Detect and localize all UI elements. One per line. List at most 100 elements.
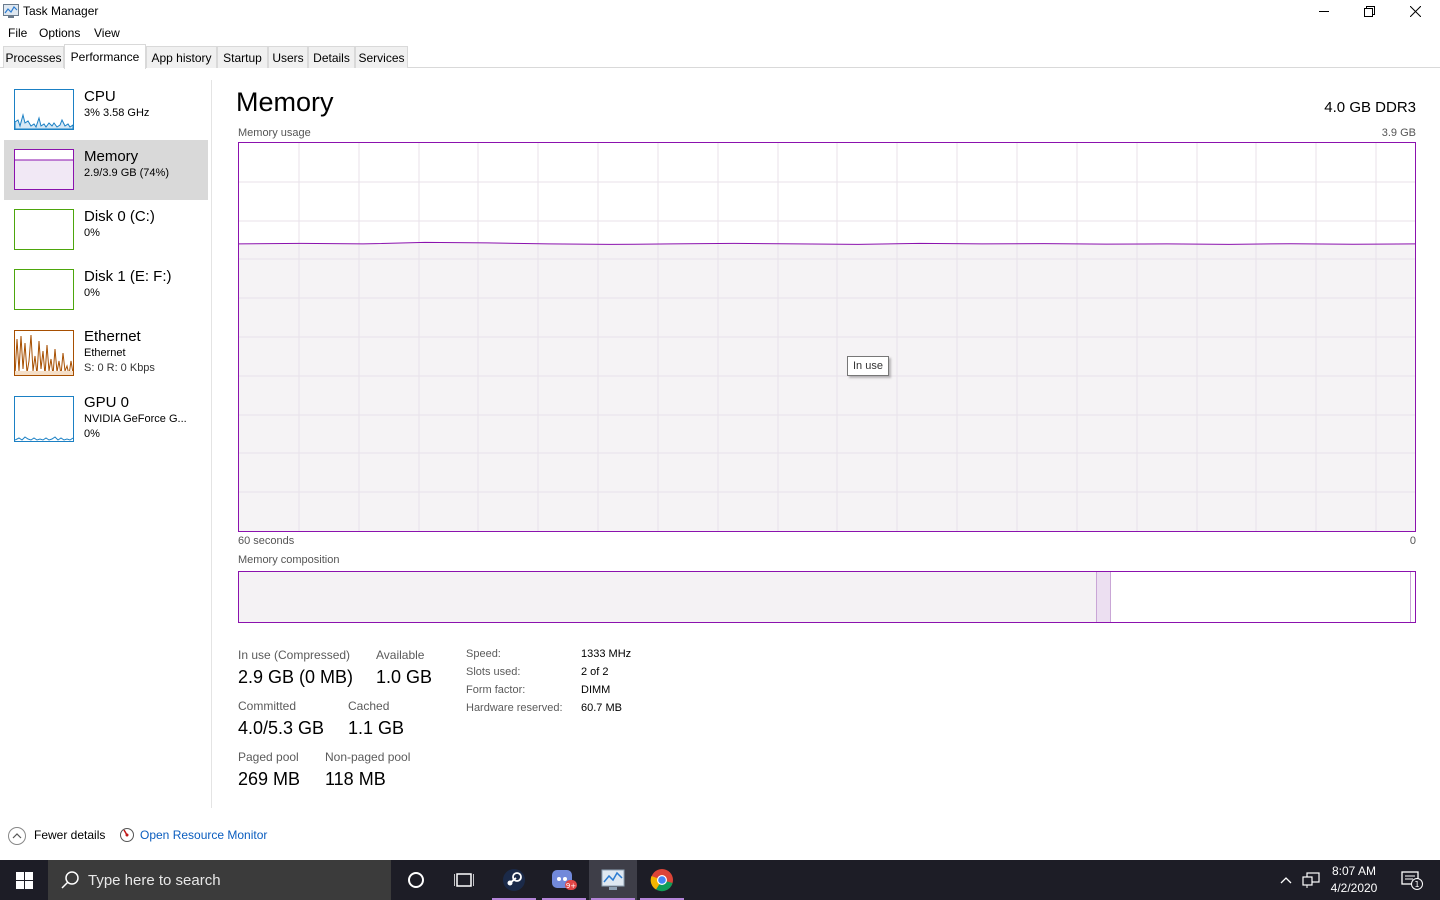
tab-performance[interactable]: Performance bbox=[64, 44, 146, 69]
taskbar-chrome[interactable] bbox=[638, 860, 686, 900]
sidebar-item-disk-1[interactable]: Disk 1 (E: F:) 0% bbox=[4, 260, 208, 320]
sidebar-item-ethernet[interactable]: Ethernet Ethernet S: 0 R: 0 Kbps bbox=[4, 320, 208, 386]
notification-count: 1 bbox=[1414, 880, 1419, 889]
tab-startup[interactable]: Startup bbox=[217, 46, 268, 68]
tab-strip: Processes Performance App history Startu… bbox=[0, 44, 1440, 69]
non-paged-pool-value: 118 MB bbox=[325, 769, 386, 789]
hardware-reserved-value: 60.7 MB bbox=[581, 702, 622, 714]
tab-services[interactable]: Services bbox=[355, 46, 408, 68]
window-title: Task Manager bbox=[23, 4, 99, 18]
minimize-button[interactable] bbox=[1301, 0, 1347, 22]
non-paged-pool-label: Non-paged pool bbox=[325, 750, 411, 764]
chrome-icon bbox=[650, 869, 673, 892]
title-bar: Task Manager bbox=[0, 0, 1440, 22]
menu-options[interactable]: Options bbox=[39, 26, 80, 40]
sidebar-item-value: 0% bbox=[84, 227, 100, 239]
cortana-circle-icon bbox=[408, 872, 424, 888]
taskbar-task-manager[interactable] bbox=[589, 860, 637, 900]
disk-1-thumbnail-graph bbox=[14, 269, 74, 310]
sidebar-item-usage: 0% bbox=[84, 428, 100, 440]
open-resource-monitor-link[interactable]: Open Resource Monitor bbox=[140, 828, 267, 842]
chevron-up-icon[interactable] bbox=[8, 827, 26, 845]
hardware-reserved-label: Hardware reserved: bbox=[466, 702, 563, 714]
slots-used-label: Slots used: bbox=[466, 666, 521, 678]
sidebar-item-value: 0% bbox=[84, 287, 100, 299]
taskbar-clock-time[interactable]: 8:07 AM bbox=[1330, 864, 1378, 878]
menu-view[interactable]: View bbox=[94, 26, 120, 40]
memory-usage-graph[interactable] bbox=[238, 142, 1416, 532]
resource-monitor-icon bbox=[119, 827, 135, 843]
available-label: Available bbox=[376, 648, 425, 662]
tab-details[interactable]: Details bbox=[308, 46, 355, 68]
sidebar-item-value: Ethernet bbox=[84, 347, 126, 359]
memory-usage-area bbox=[239, 242, 1415, 531]
time-end-label: 0 bbox=[1409, 535, 1416, 547]
task-view-button[interactable] bbox=[440, 860, 488, 900]
taskbar-search-box[interactable]: Type here to search bbox=[48, 860, 391, 900]
cortana-button[interactable] bbox=[392, 860, 440, 900]
in-use-label: In use (Compressed) bbox=[238, 648, 351, 662]
form-factor-label: Form factor: bbox=[466, 684, 526, 696]
steam-icon bbox=[503, 869, 525, 891]
composition-modified bbox=[1097, 572, 1111, 622]
sidebar-item-gpu-0[interactable]: GPU 0 NVIDIA GeForce G... 0% bbox=[4, 386, 208, 448]
sidebar-item-label: Disk 1 (E: F:) bbox=[84, 268, 172, 285]
menu-file[interactable]: File bbox=[8, 26, 27, 40]
taskbar: Type here to search 9+ 8:07 AM 4/2/2020 … bbox=[0, 860, 1440, 900]
sidebar-item-label: GPU 0 bbox=[84, 394, 130, 411]
tab-app-history[interactable]: App history bbox=[146, 46, 217, 68]
tab-users[interactable]: Users bbox=[268, 46, 308, 68]
sidebar-item-disk-0[interactable]: Disk 0 (C:) 0% bbox=[4, 200, 208, 260]
ethernet-thumbnail-graph bbox=[14, 330, 74, 376]
memory-usage-label: Memory usage bbox=[238, 127, 311, 139]
action-center-button[interactable]: 1 bbox=[1392, 860, 1432, 900]
sidebar-item-label: Memory bbox=[84, 148, 139, 165]
composition-in-use bbox=[239, 572, 1097, 622]
fewer-details-link[interactable]: Fewer details bbox=[34, 828, 105, 842]
task-view-icon bbox=[454, 873, 474, 887]
start-button[interactable] bbox=[0, 860, 48, 900]
memory-usage-plot bbox=[238, 143, 1416, 531]
disk-0-thumbnail-graph bbox=[14, 209, 74, 250]
notification-icon: 1 bbox=[1401, 871, 1423, 890]
taskbar-clock-date[interactable]: 4/2/2020 bbox=[1326, 881, 1382, 895]
memory-usage-max: 3.9 GB bbox=[1381, 127, 1416, 139]
committed-label: Committed bbox=[238, 699, 297, 713]
paged-pool-value: 269 MB bbox=[238, 769, 301, 789]
sidebar-item-value: 2.9/3.9 GB (74%) bbox=[84, 167, 169, 179]
cpu-thumbnail-graph bbox=[14, 89, 74, 130]
bottom-bar: Fewer details Open Resource Monitor bbox=[0, 820, 1440, 852]
taskbar-discord[interactable]: 9+ bbox=[540, 860, 588, 900]
memory-thumbnail-graph bbox=[14, 149, 74, 190]
restore-button[interactable] bbox=[1346, 0, 1392, 22]
search-icon bbox=[61, 871, 79, 889]
sidebar-item-memory[interactable]: Memory 2.9/3.9 GB (74%) bbox=[4, 140, 208, 200]
sidebar-item-cpu[interactable]: CPU 3% 3.58 GHz bbox=[4, 80, 208, 140]
network-tray-button[interactable] bbox=[1300, 860, 1322, 900]
performance-sidebar: CPU 3% 3.58 GHz Memory 2.9/3.9 GB (74%) … bbox=[0, 80, 212, 808]
task-manager-icon bbox=[601, 869, 625, 890]
speed-value: 1333 MHz bbox=[581, 648, 632, 660]
search-placeholder: Type here to search bbox=[88, 872, 221, 889]
task-manager-app-icon bbox=[3, 4, 19, 18]
in-use-tooltip: In use bbox=[847, 356, 889, 376]
windows-logo-icon bbox=[15, 871, 33, 889]
paged-pool-label: Paged pool bbox=[238, 750, 299, 764]
memory-composition-bar[interactable] bbox=[238, 571, 1416, 623]
sidebar-item-value: NVIDIA GeForce G... bbox=[84, 413, 187, 425]
sidebar-item-label: CPU bbox=[84, 88, 116, 105]
memory-composition-label: Memory composition bbox=[238, 554, 340, 566]
show-hidden-icons-button[interactable] bbox=[1276, 860, 1296, 900]
tab-processes[interactable]: Processes bbox=[3, 46, 64, 68]
sidebar-item-label: Ethernet bbox=[84, 328, 141, 345]
taskbar-steam[interactable] bbox=[490, 860, 538, 900]
composition-standby bbox=[1111, 572, 1411, 622]
form-factor-value: DIMM bbox=[581, 684, 611, 696]
speed-label: Speed: bbox=[466, 648, 501, 660]
page-title: Memory bbox=[236, 87, 334, 117]
in-use-value: 2.9 GB (0 MB) bbox=[238, 667, 354, 687]
sidebar-item-value: 3% 3.58 GHz bbox=[84, 107, 150, 119]
close-button[interactable] bbox=[1392, 0, 1438, 22]
available-value: 1.0 GB bbox=[376, 667, 433, 687]
sidebar-item-throughput: S: 0 R: 0 Kbps bbox=[84, 362, 155, 374]
